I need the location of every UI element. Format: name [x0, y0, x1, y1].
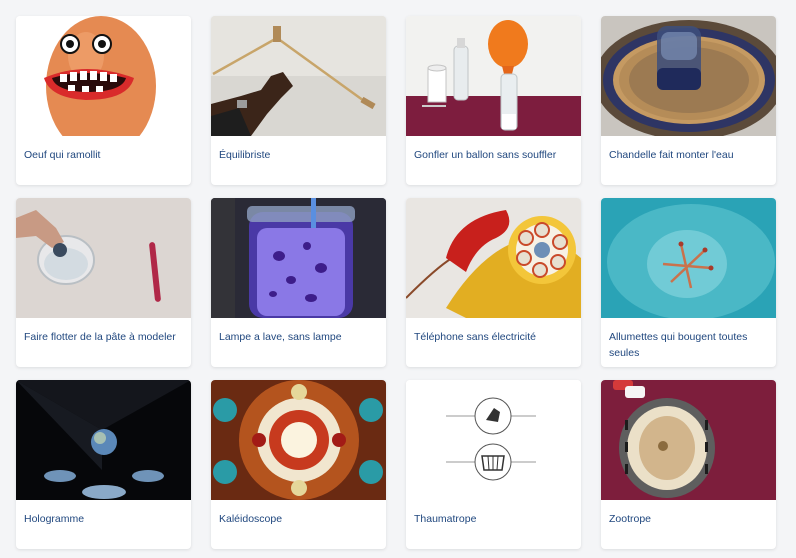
experiment-card[interactable]: Équilibriste — [211, 16, 386, 185]
experiment-title[interactable]: Zootrope — [609, 511, 768, 527]
experiment-title[interactable]: Oeuf qui ramollit — [24, 147, 183, 163]
moving-matches-image[interactable] — [601, 198, 776, 318]
experiment-title[interactable]: Chandelle fait monter l'eau — [609, 147, 768, 163]
experiment-card[interactable]: Thaumatrope — [406, 380, 581, 549]
balancing-skewers-image[interactable] — [211, 16, 386, 136]
egg-with-face-image[interactable] — [16, 16, 191, 136]
hologram-pyramid-image[interactable] — [16, 380, 191, 500]
experiment-card[interactable]: Chandelle fait monter l'eau — [601, 16, 776, 185]
zootrope-drum-image[interactable] — [601, 380, 776, 500]
experiment-card[interactable]: Gonfler un ballon sans souffler — [406, 16, 581, 185]
toy-telephone-image[interactable] — [406, 198, 581, 318]
experiment-card[interactable]: Zootrope — [601, 380, 776, 549]
floating-clay-image[interactable] — [16, 198, 191, 318]
kaleidoscope-pattern-image[interactable] — [211, 380, 386, 500]
experiment-card[interactable]: Téléphone sans électricité — [406, 198, 581, 367]
experiment-card[interactable]: Hologramme — [16, 380, 191, 549]
experiment-card[interactable]: Lampe a lave, sans lampe — [211, 198, 386, 367]
candle-under-glass-image[interactable] — [601, 16, 776, 136]
experiment-card[interactable]: Allumettes qui bougent toutes seules — [601, 198, 776, 367]
experiment-card[interactable]: Faire flotter de la pâte à modeler — [16, 198, 191, 367]
experiment-title[interactable]: Gonfler un ballon sans souffler — [414, 147, 573, 163]
experiment-title[interactable]: Lampe a lave, sans lampe — [219, 329, 378, 345]
experiment-title[interactable]: Allumettes qui bougent toutes seules — [609, 329, 768, 361]
experiment-title[interactable]: Faire flotter de la pâte à modeler — [24, 329, 183, 345]
experiment-title[interactable]: Équilibriste — [219, 147, 378, 163]
experiment-title[interactable]: Téléphone sans électricité — [414, 329, 573, 345]
thaumatrope-disc-image[interactable] — [406, 380, 581, 500]
balloon-on-bottle-image[interactable] — [406, 16, 581, 136]
experiment-card[interactable]: Kaléidoscope — [211, 380, 386, 549]
experiment-title[interactable]: Thaumatrope — [414, 511, 573, 527]
experiment-card[interactable]: Oeuf qui ramollit — [16, 16, 191, 185]
experiment-title[interactable]: Kaléidoscope — [219, 511, 378, 527]
experiment-title[interactable]: Hologramme — [24, 511, 183, 527]
lava-lamp-jar-image[interactable] — [211, 198, 386, 318]
experiments-grid: Oeuf qui ramollit Équilibriste Gonfler u… — [0, 0, 796, 558]
